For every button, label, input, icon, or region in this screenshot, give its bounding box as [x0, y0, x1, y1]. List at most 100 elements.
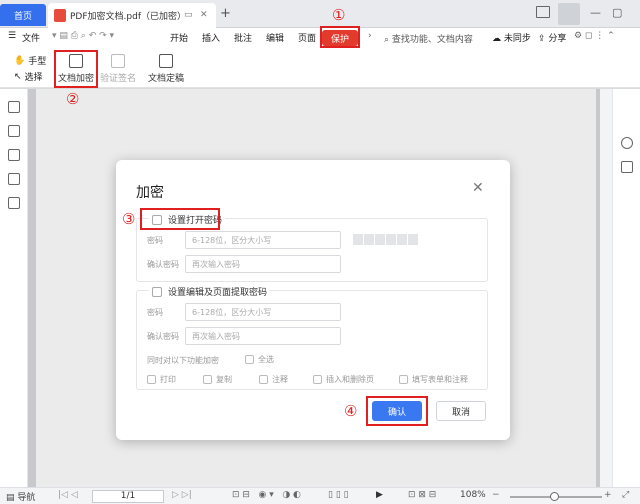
finalize-icon [159, 54, 173, 68]
option-copy-label: 复制 [216, 375, 232, 384]
checkbox-icon [313, 375, 322, 384]
page-layout-icons[interactable]: ▯ ▯ ▯ [328, 490, 349, 500]
hand-tool[interactable]: ✋ 手型 [14, 54, 47, 68]
close-icon[interactable]: ✕ [472, 180, 484, 196]
play-icon[interactable]: ▶ [376, 490, 383, 500]
verify-signature-button[interactable]: 验证签名 [96, 52, 140, 84]
toolbar-quick-icons[interactable]: ▾ ▤ ⎙ ⌕ ↶ ↷ ▾ [52, 31, 114, 41]
attachment-icon[interactable] [8, 173, 20, 185]
avatar[interactable] [558, 3, 580, 25]
tab-bar: 首页 PDF加密文档.pdf（已加密） ▭ ✕ + — ▢ [0, 0, 640, 28]
view-mode-icons[interactable]: ⊡ ⊟ ◉ ▾ ◑ ◐ [232, 490, 301, 500]
maximize-icon[interactable]: ▢ [612, 6, 622, 19]
checkbox-icon [259, 375, 268, 384]
confirm-password-label: 确认密码 [147, 260, 179, 269]
option-copy[interactable]: 复制 [203, 374, 232, 385]
pdf-file-icon [54, 9, 66, 22]
fit-icons[interactable]: ⊡ ⊠ ⊟ [408, 490, 436, 500]
annotation-number-3: ③ [122, 210, 136, 228]
option-annotate[interactable]: 注释 [259, 374, 288, 385]
select-all-label: 全选 [258, 355, 274, 364]
option-print[interactable]: 打印 [147, 374, 176, 385]
vertical-scrollbar[interactable] [600, 89, 612, 487]
signature-icon [111, 54, 125, 68]
tab-annotate[interactable]: 批注 [234, 31, 252, 44]
nav-label: 导航 [17, 493, 36, 503]
sync-status[interactable]: ☁ 未同步 [492, 31, 531, 44]
confirm-password-input[interactable]: 再次输入密码 [185, 255, 341, 273]
tab-document-title: PDF加密文档.pdf（已加密） [70, 12, 186, 22]
dialog-title: 加密 [136, 185, 164, 201]
option-insert-delete[interactable]: 插入和删除页 [313, 374, 374, 385]
edit-password-label: 设置编辑及页面提取密码 [168, 288, 268, 298]
password-label: 密码 [147, 236, 163, 245]
right-sidebar [612, 89, 640, 487]
tab-document[interactable]: PDF加密文档.pdf（已加密） ▭ ✕ [48, 3, 216, 28]
search-input[interactable]: ⌕ 查找功能、文档内容 [384, 32, 473, 45]
encrypt-dialog: 加密 ✕ 设置打开密码 密码 6-128位，区分大小写 确认密码 再次输入密码 … [116, 160, 510, 440]
option-fill-forms-label: 填写表单和注释 [412, 375, 468, 384]
edit-password-checkbox[interactable]: 设置编辑及页面提取密码 [149, 285, 271, 298]
tab-close-icon[interactable]: ✕ [200, 10, 208, 20]
layout-icon[interactable] [536, 6, 550, 18]
option-insert-delete-label: 插入和删除页 [326, 375, 374, 384]
tab-home[interactable]: 首页 [0, 4, 46, 26]
zoom-level[interactable]: 108% [460, 490, 486, 500]
tab-page[interactable]: 页面 [298, 31, 316, 44]
checkbox-icon [147, 375, 156, 384]
tab-display-icon[interactable]: ▭ [184, 10, 193, 20]
minimize-icon[interactable]: — [590, 6, 601, 19]
annotation-box-confirm [366, 396, 428, 426]
hand-tool-label: 手型 [28, 57, 47, 67]
help-icon[interactable] [621, 137, 633, 149]
page-nav-prev-icons[interactable]: |◁ ◁ [58, 490, 78, 500]
fullscreen-icon[interactable]: ⤢ [622, 490, 629, 500]
hand-icon: ✋ [14, 55, 26, 66]
zoom-in-icon[interactable]: + [604, 490, 612, 500]
bookmark-icon[interactable] [8, 101, 20, 113]
zoom-out-icon[interactable]: − [492, 490, 500, 500]
signature-panel-icon[interactable] [8, 197, 20, 209]
option-print-label: 打印 [160, 375, 176, 384]
select-tool[interactable]: ↖ 选择 [14, 70, 43, 84]
new-tab-button[interactable]: + [220, 6, 231, 21]
annotation-box-protect [320, 26, 360, 48]
menu-icon[interactable]: ☰ [8, 31, 16, 41]
tab-start[interactable]: 开始 [170, 31, 188, 44]
checkbox-icon [245, 355, 254, 364]
edit-confirm-input[interactable]: 再次输入密码 [185, 327, 341, 345]
finalize-document-button[interactable]: 文档定稿 [144, 52, 188, 84]
checkbox-icon [203, 375, 212, 384]
password-strength-meter [353, 234, 418, 245]
sync-label: 未同步 [503, 34, 531, 44]
tab-edit[interactable]: 编辑 [266, 31, 284, 44]
more-tabs-icon[interactable]: › [368, 31, 372, 41]
select-tool-label: 选择 [24, 73, 43, 83]
header-right-icons[interactable]: ⚙ ◻ ⋮ ⌃ [574, 31, 615, 41]
tab-insert[interactable]: 插入 [202, 31, 220, 44]
zoom-slider-thumb[interactable] [550, 492, 559, 501]
option-fill-forms[interactable]: 填写表单和注释 [399, 374, 468, 385]
nav-toggle[interactable]: ▤ 导航 [6, 490, 35, 503]
share-button[interactable]: ⇪ 分享 [538, 31, 566, 44]
cancel-button[interactable]: 取消 [436, 401, 486, 421]
edit-password-section: 设置编辑及页面提取密码 密码 6-128位，区分大小写 确认密码 再次输入密码 … [136, 285, 488, 390]
comment-icon[interactable] [8, 149, 20, 161]
page-number-input[interactable]: 1/1 [92, 490, 164, 503]
search-placeholder: 查找功能、文档内容 [391, 35, 473, 45]
password-input[interactable]: 6-128位，区分大小写 [185, 231, 341, 249]
select-all-checkbox[interactable]: 全选 [245, 354, 274, 365]
finalize-document-label: 文档定稿 [147, 74, 184, 84]
settings-sliders-icon[interactable] [621, 161, 633, 173]
page-nav-next-icons[interactable]: ▷ ▷| [172, 490, 192, 500]
status-bar: ▤ 导航 |◁ ◁ 1/1 ▷ ▷| ⊡ ⊟ ◉ ▾ ◑ ◐ ▯ ▯ ▯ ▶ ⊡… [0, 487, 640, 504]
annotation-number-2: ② [66, 90, 80, 108]
cursor-icon: ↖ [14, 71, 22, 82]
menu-file[interactable]: 文件 [22, 31, 40, 44]
thumbnail-icon[interactable] [8, 125, 20, 137]
checkbox-icon [152, 286, 162, 297]
edit-password-input[interactable]: 6-128位，区分大小写 [185, 303, 341, 321]
annotation-number-1: ① [332, 6, 346, 24]
annotation-box-encrypt [54, 50, 98, 88]
annotation-box-open-password [140, 208, 220, 230]
